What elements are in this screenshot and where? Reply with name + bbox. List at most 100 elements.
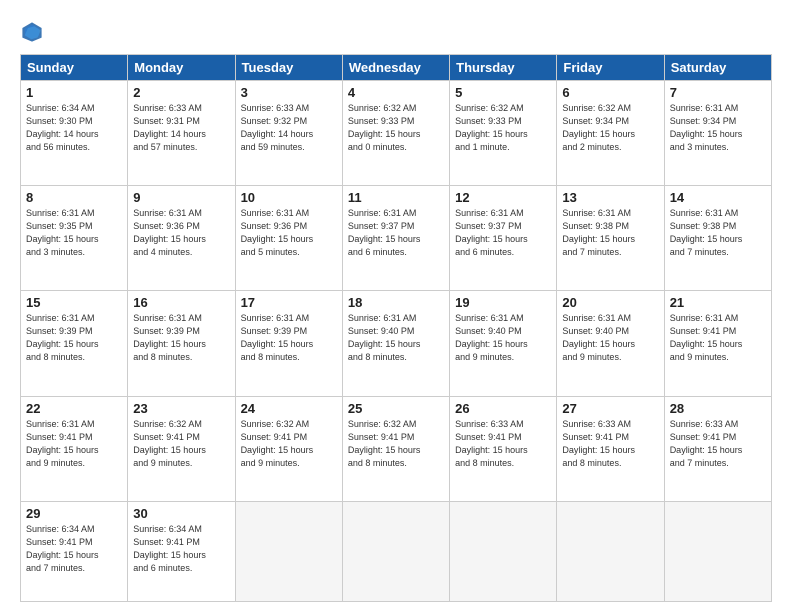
day-number: 16 bbox=[133, 295, 229, 310]
table-row: 14 Sunrise: 6:31 AM Sunset: 9:38 PM Dayli… bbox=[664, 186, 771, 291]
table-row: 16 Sunrise: 6:31 AM Sunset: 9:39 PM Dayli… bbox=[128, 291, 235, 396]
table-row: 17Sunrise: 6:31 AM Sunset: 9:39 PM Dayli… bbox=[235, 291, 342, 396]
table-row: 29 Sunrise: 6:34 AM Sunset: 9:41 PM Dayli… bbox=[21, 501, 128, 601]
day-info: Sunrise: 6:31 AM Sunset: 9:37 PM Dayligh… bbox=[455, 207, 551, 259]
day-number: 28 bbox=[670, 401, 766, 416]
day-number: 4 bbox=[348, 85, 444, 100]
day-info: Sunrise: 6:31 AM Sunset: 9:35 PM Dayligh… bbox=[26, 207, 122, 259]
table-row: 6 Sunrise: 6:32 AM Sunset: 9:34 PM Daylig… bbox=[557, 81, 664, 186]
day-info: Sunrise: 6:31 AM Sunset: 9:40 PM Dayligh… bbox=[455, 312, 551, 364]
day-number: 10 bbox=[241, 190, 337, 205]
day-info: Sunrise: 6:32 AM Sunset: 9:41 PM Dayligh… bbox=[133, 418, 229, 470]
day-number: 20 bbox=[562, 295, 658, 310]
table-row: 8 Sunrise: 6:31 AM Sunset: 9:35 PM Daylig… bbox=[21, 186, 128, 291]
day-info: Sunrise: 6:32 AM Sunset: 9:41 PM Dayligh… bbox=[348, 418, 444, 470]
table-row bbox=[557, 501, 664, 601]
table-row: 15 Sunrise: 6:31 AM Sunset: 9:39 PM Dayli… bbox=[21, 291, 128, 396]
header-friday: Friday bbox=[557, 55, 664, 81]
table-row: 12 Sunrise: 6:31 AM Sunset: 9:37 PM Dayli… bbox=[450, 186, 557, 291]
day-number: 14 bbox=[670, 190, 766, 205]
day-info: Sunrise: 6:31 AM Sunset: 9:39 PM Dayligh… bbox=[26, 312, 122, 364]
table-row: 1 Sunrise: 6:34 AM Sunset: 9:30 PM Daylig… bbox=[21, 81, 128, 186]
day-number: 23 bbox=[133, 401, 229, 416]
day-info: Sunrise: 6:31 AM Sunset: 9:37 PM Dayligh… bbox=[348, 207, 444, 259]
table-row: 19 Sunrise: 6:31 AM Sunset: 9:40 PM Dayli… bbox=[450, 291, 557, 396]
table-row: 27 Sunrise: 6:33 AM Sunset: 9:41 PM Dayli… bbox=[557, 396, 664, 501]
table-row: 30Sunrise: 6:34 AM Sunset: 9:41 PM Dayli… bbox=[128, 501, 235, 601]
day-info: Sunrise: 6:33 AM Sunset: 9:41 PM Dayligh… bbox=[455, 418, 551, 470]
table-row: 24 Sunrise: 6:32 AM Sunset: 9:41 PM Dayli… bbox=[235, 396, 342, 501]
day-number: 12 bbox=[455, 190, 551, 205]
day-number: 6 bbox=[562, 85, 658, 100]
day-info: Sunrise: 6:31 AM Sunset: 9:38 PM Dayligh… bbox=[670, 207, 766, 259]
day-info: Sunrise: 6:31 AM Sunset: 9:34 PM Dayligh… bbox=[670, 102, 766, 154]
day-number: 19 bbox=[455, 295, 551, 310]
day-info: Sunrise: 6:33 AM Sunset: 9:41 PM Dayligh… bbox=[670, 418, 766, 470]
table-row: 20 Sunrise: 6:31 AM Sunset: 9:40 PM Dayli… bbox=[557, 291, 664, 396]
day-number: 21 bbox=[670, 295, 766, 310]
logo-icon bbox=[20, 20, 44, 44]
table-row: 3 Sunrise: 6:33 AM Sunset: 9:32 PM Daylig… bbox=[235, 81, 342, 186]
day-info: Sunrise: 6:31 AM Sunset: 9:38 PM Dayligh… bbox=[562, 207, 658, 259]
table-row: 23 Sunrise: 6:32 AM Sunset: 9:41 PM Dayli… bbox=[128, 396, 235, 501]
day-info: Sunrise: 6:31 AM Sunset: 9:39 PM Dayligh… bbox=[133, 312, 229, 364]
table-row: 28 Sunrise: 6:33 AM Sunset: 9:41 PM Dayli… bbox=[664, 396, 771, 501]
table-row bbox=[235, 501, 342, 601]
table-row: 18 Sunrise: 6:31 AM Sunset: 9:40 PM Dayli… bbox=[342, 291, 449, 396]
day-number: 13 bbox=[562, 190, 658, 205]
day-info: Sunrise: 6:32 AM Sunset: 9:33 PM Dayligh… bbox=[348, 102, 444, 154]
day-info: Sunrise: 6:32 AM Sunset: 9:41 PM Dayligh… bbox=[241, 418, 337, 470]
day-number: 22 bbox=[26, 401, 122, 416]
day-number: 24 bbox=[241, 401, 337, 416]
day-number: 9 bbox=[133, 190, 229, 205]
day-number: 15 bbox=[26, 295, 122, 310]
day-info: Sunrise: 6:33 AM Sunset: 9:31 PM Dayligh… bbox=[133, 102, 229, 154]
table-row: 5 Sunrise: 6:32 AM Sunset: 9:33 PM Daylig… bbox=[450, 81, 557, 186]
table-row: 4 Sunrise: 6:32 AM Sunset: 9:33 PM Daylig… bbox=[342, 81, 449, 186]
day-info: Sunrise: 6:31 AM Sunset: 9:41 PM Dayligh… bbox=[670, 312, 766, 364]
day-info: Sunrise: 6:31 AM Sunset: 9:40 PM Dayligh… bbox=[562, 312, 658, 364]
header bbox=[20, 20, 772, 44]
day-info: Sunrise: 6:34 AM Sunset: 9:41 PM Dayligh… bbox=[133, 523, 229, 575]
header-monday: Monday bbox=[128, 55, 235, 81]
header-thursday: Thursday bbox=[450, 55, 557, 81]
logo bbox=[20, 20, 48, 44]
day-info: Sunrise: 6:31 AM Sunset: 9:41 PM Dayligh… bbox=[26, 418, 122, 470]
table-row: 13 Sunrise: 6:31 AM Sunset: 9:38 PM Dayli… bbox=[557, 186, 664, 291]
day-info: Sunrise: 6:32 AM Sunset: 9:34 PM Dayligh… bbox=[562, 102, 658, 154]
table-row: 26 Sunrise: 6:33 AM Sunset: 9:41 PM Dayli… bbox=[450, 396, 557, 501]
day-info: Sunrise: 6:33 AM Sunset: 9:32 PM Dayligh… bbox=[241, 102, 337, 154]
table-row: 7 Sunrise: 6:31 AM Sunset: 9:34 PM Daylig… bbox=[664, 81, 771, 186]
day-info: Sunrise: 6:31 AM Sunset: 9:40 PM Dayligh… bbox=[348, 312, 444, 364]
table-row: 2 Sunrise: 6:33 AM Sunset: 9:31 PM Daylig… bbox=[128, 81, 235, 186]
header-sunday: Sunday bbox=[21, 55, 128, 81]
page: Sunday Monday Tuesday Wednesday Thursday… bbox=[0, 0, 792, 612]
day-number: 2 bbox=[133, 85, 229, 100]
day-info: Sunrise: 6:34 AM Sunset: 9:30 PM Dayligh… bbox=[26, 102, 122, 154]
day-info: Sunrise: 6:31 AM Sunset: 9:36 PM Dayligh… bbox=[241, 207, 337, 259]
day-number: 11 bbox=[348, 190, 444, 205]
table-row: 10 Sunrise: 6:31 AM Sunset: 9:36 PM Dayli… bbox=[235, 186, 342, 291]
day-number: 3 bbox=[241, 85, 337, 100]
table-row: 25 Sunrise: 6:32 AM Sunset: 9:41 PM Dayli… bbox=[342, 396, 449, 501]
day-number: 27 bbox=[562, 401, 658, 416]
day-info: Sunrise: 6:34 AM Sunset: 9:41 PM Dayligh… bbox=[26, 523, 122, 575]
day-number: 26 bbox=[455, 401, 551, 416]
day-info: Sunrise: 6:31 AM Sunset: 9:39 PM Dayligh… bbox=[241, 312, 337, 364]
header-tuesday: Tuesday bbox=[235, 55, 342, 81]
day-number: 18 bbox=[348, 295, 444, 310]
day-info: Sunrise: 6:33 AM Sunset: 9:41 PM Dayligh… bbox=[562, 418, 658, 470]
day-number: 7 bbox=[670, 85, 766, 100]
table-row bbox=[664, 501, 771, 601]
header-saturday: Saturday bbox=[664, 55, 771, 81]
day-number: 5 bbox=[455, 85, 551, 100]
table-row: 11 Sunrise: 6:31 AM Sunset: 9:37 PM Dayli… bbox=[342, 186, 449, 291]
day-number: 1 bbox=[26, 85, 122, 100]
table-row bbox=[450, 501, 557, 601]
weekday-header-row: Sunday Monday Tuesday Wednesday Thursday… bbox=[21, 55, 772, 81]
day-info: Sunrise: 6:32 AM Sunset: 9:33 PM Dayligh… bbox=[455, 102, 551, 154]
day-number: 29 bbox=[26, 506, 122, 521]
day-info: Sunrise: 6:31 AM Sunset: 9:36 PM Dayligh… bbox=[133, 207, 229, 259]
day-number: 25 bbox=[348, 401, 444, 416]
day-number: 8 bbox=[26, 190, 122, 205]
